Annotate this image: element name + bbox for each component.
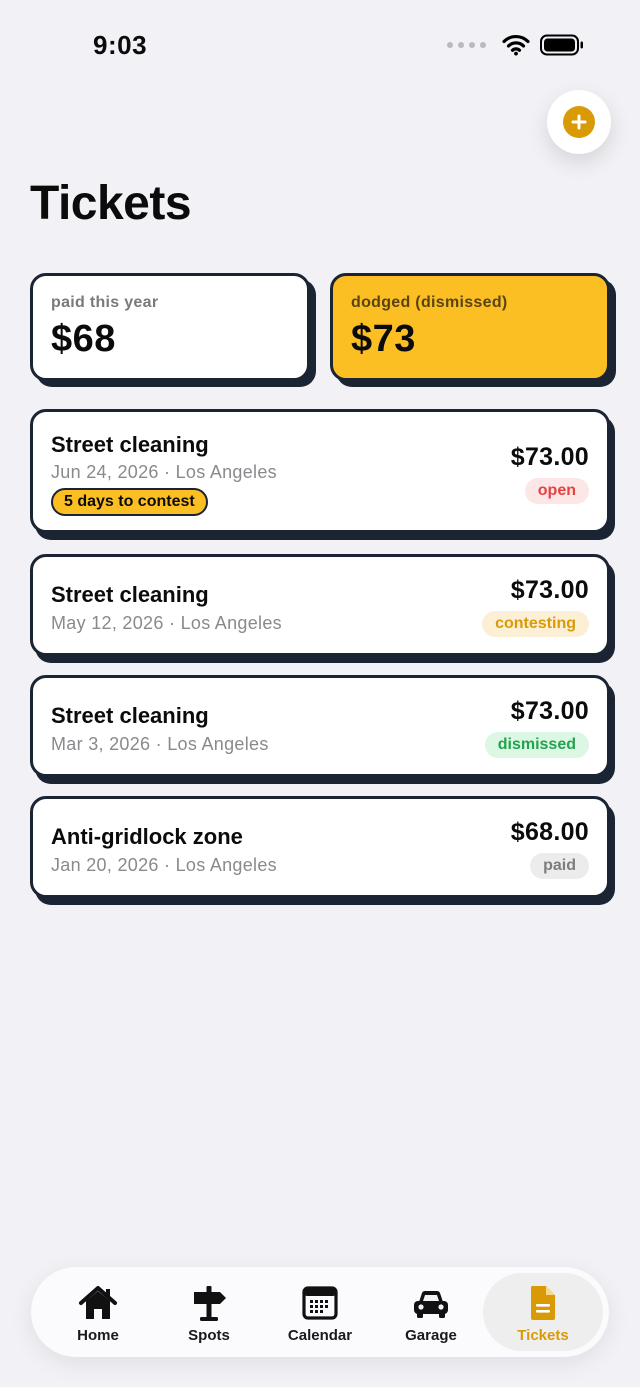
- wifi-icon: [502, 34, 530, 56]
- tab-label: Garage: [405, 1327, 457, 1344]
- ticket-title: Anti-gridlock zone: [51, 824, 243, 849]
- tab-home[interactable]: Home: [42, 1273, 154, 1351]
- tab-label: Home: [77, 1327, 119, 1344]
- ticket-title: Street cleaning: [51, 582, 209, 607]
- tab-label: Calendar: [287, 1327, 353, 1344]
- tab-spots[interactable]: Spots: [153, 1273, 265, 1351]
- ticket-meta: Jan 20, 2026 · Los Angeles: [51, 855, 277, 875]
- calendar-icon: [302, 1286, 338, 1320]
- tab-calendar[interactable]: Calendar: [264, 1273, 376, 1351]
- tab-tickets[interactable]: Tickets: [483, 1273, 603, 1351]
- add-ticket-button[interactable]: [547, 90, 611, 154]
- ticket-card[interactable]: Street cleaning May 12, 2026 · Los Angel…: [30, 554, 610, 656]
- cellular-signal-icon: [447, 42, 486, 48]
- ticket-meta: May 12, 2026 · Los Angeles: [51, 613, 282, 633]
- paid-value: $68: [51, 318, 116, 360]
- tab-label: Tickets: [517, 1327, 569, 1344]
- ticket-title: Street cleaning: [51, 432, 209, 457]
- ticket-amount: $73.00: [510, 443, 589, 471]
- car-icon: [414, 1291, 448, 1318]
- dodged-card: dodged (dismissed) $73: [330, 273, 610, 381]
- page-title: Tickets: [30, 177, 192, 230]
- tab-bar: Home Spots Calendar Garage Tickets: [31, 1267, 609, 1357]
- contest-deadline-pill: 5 days to contest: [51, 488, 208, 516]
- ticket-amount: $73.00: [510, 697, 589, 725]
- ticket-meta: Jun 24, 2026 · Los Angeles: [51, 462, 277, 482]
- paid-label: paid this year: [51, 294, 159, 311]
- ticket-card[interactable]: Street cleaning Jun 24, 2026 · Los Angel…: [30, 409, 610, 533]
- tab-label: Spots: [188, 1327, 230, 1344]
- dodged-label: dodged (dismissed): [351, 294, 508, 311]
- ticket-amount: $68.00: [510, 818, 589, 846]
- plus-circle-icon: [563, 106, 595, 138]
- ticket-card[interactable]: Street cleaning Mar 3, 2026 · Los Angele…: [30, 675, 610, 777]
- battery-icon: [540, 34, 583, 56]
- status-badge: contesting: [482, 611, 589, 637]
- house-icon: [79, 1286, 117, 1319]
- ticket-amount: $73.00: [510, 576, 589, 604]
- status-bar: 9:03: [0, 0, 640, 90]
- paid-this-year-card: paid this year $68: [30, 273, 310, 381]
- ticket-meta: Mar 3, 2026 · Los Angeles: [51, 734, 269, 754]
- status-badge: open: [524, 478, 589, 504]
- tab-garage[interactable]: Garage: [375, 1273, 487, 1351]
- ticket-title: Street cleaning: [51, 703, 209, 728]
- ticket-doc-icon: [531, 1286, 555, 1320]
- status-icons: [447, 34, 584, 56]
- status-time: 9:03: [93, 30, 148, 60]
- signpost-icon: [194, 1286, 226, 1321]
- status-badge: dismissed: [484, 732, 589, 758]
- ticket-card[interactable]: Anti-gridlock zone Jan 20, 2026 · Los An…: [30, 796, 610, 898]
- status-badge: paid: [530, 853, 589, 879]
- dodged-value: $73: [351, 318, 416, 360]
